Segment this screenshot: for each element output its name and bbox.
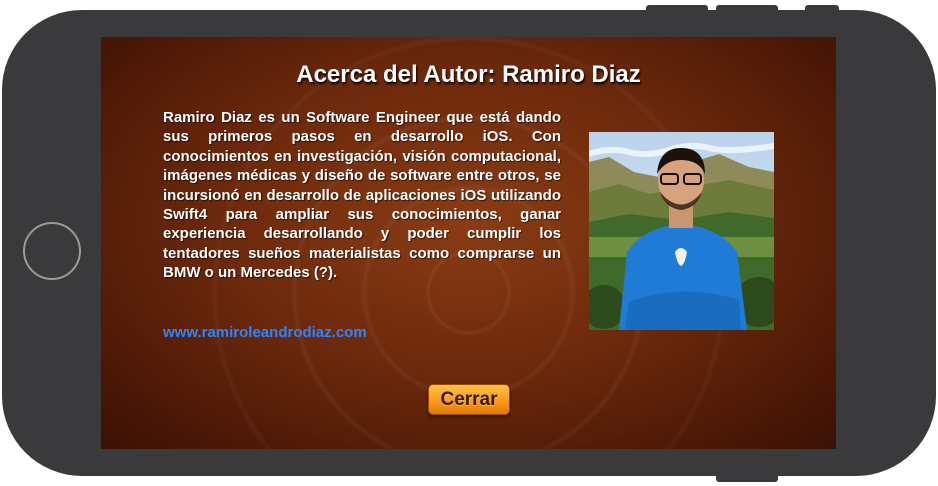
author-website-link[interactable]: www.ramiroleandrodiaz.com — [163, 324, 367, 341]
about-author-screen: Acerca del Autor: Ramiro Diaz Ramiro Dia… — [101, 37, 836, 449]
home-button[interactable] — [23, 222, 81, 280]
author-bio: Ramiro Diaz es un Software Engineer que … — [163, 109, 561, 282]
author-photo — [589, 132, 774, 330]
author-photo-image — [589, 132, 774, 330]
close-button[interactable]: Cerrar — [428, 384, 510, 415]
page-title: Acerca del Autor: Ramiro Diaz — [296, 61, 641, 88]
